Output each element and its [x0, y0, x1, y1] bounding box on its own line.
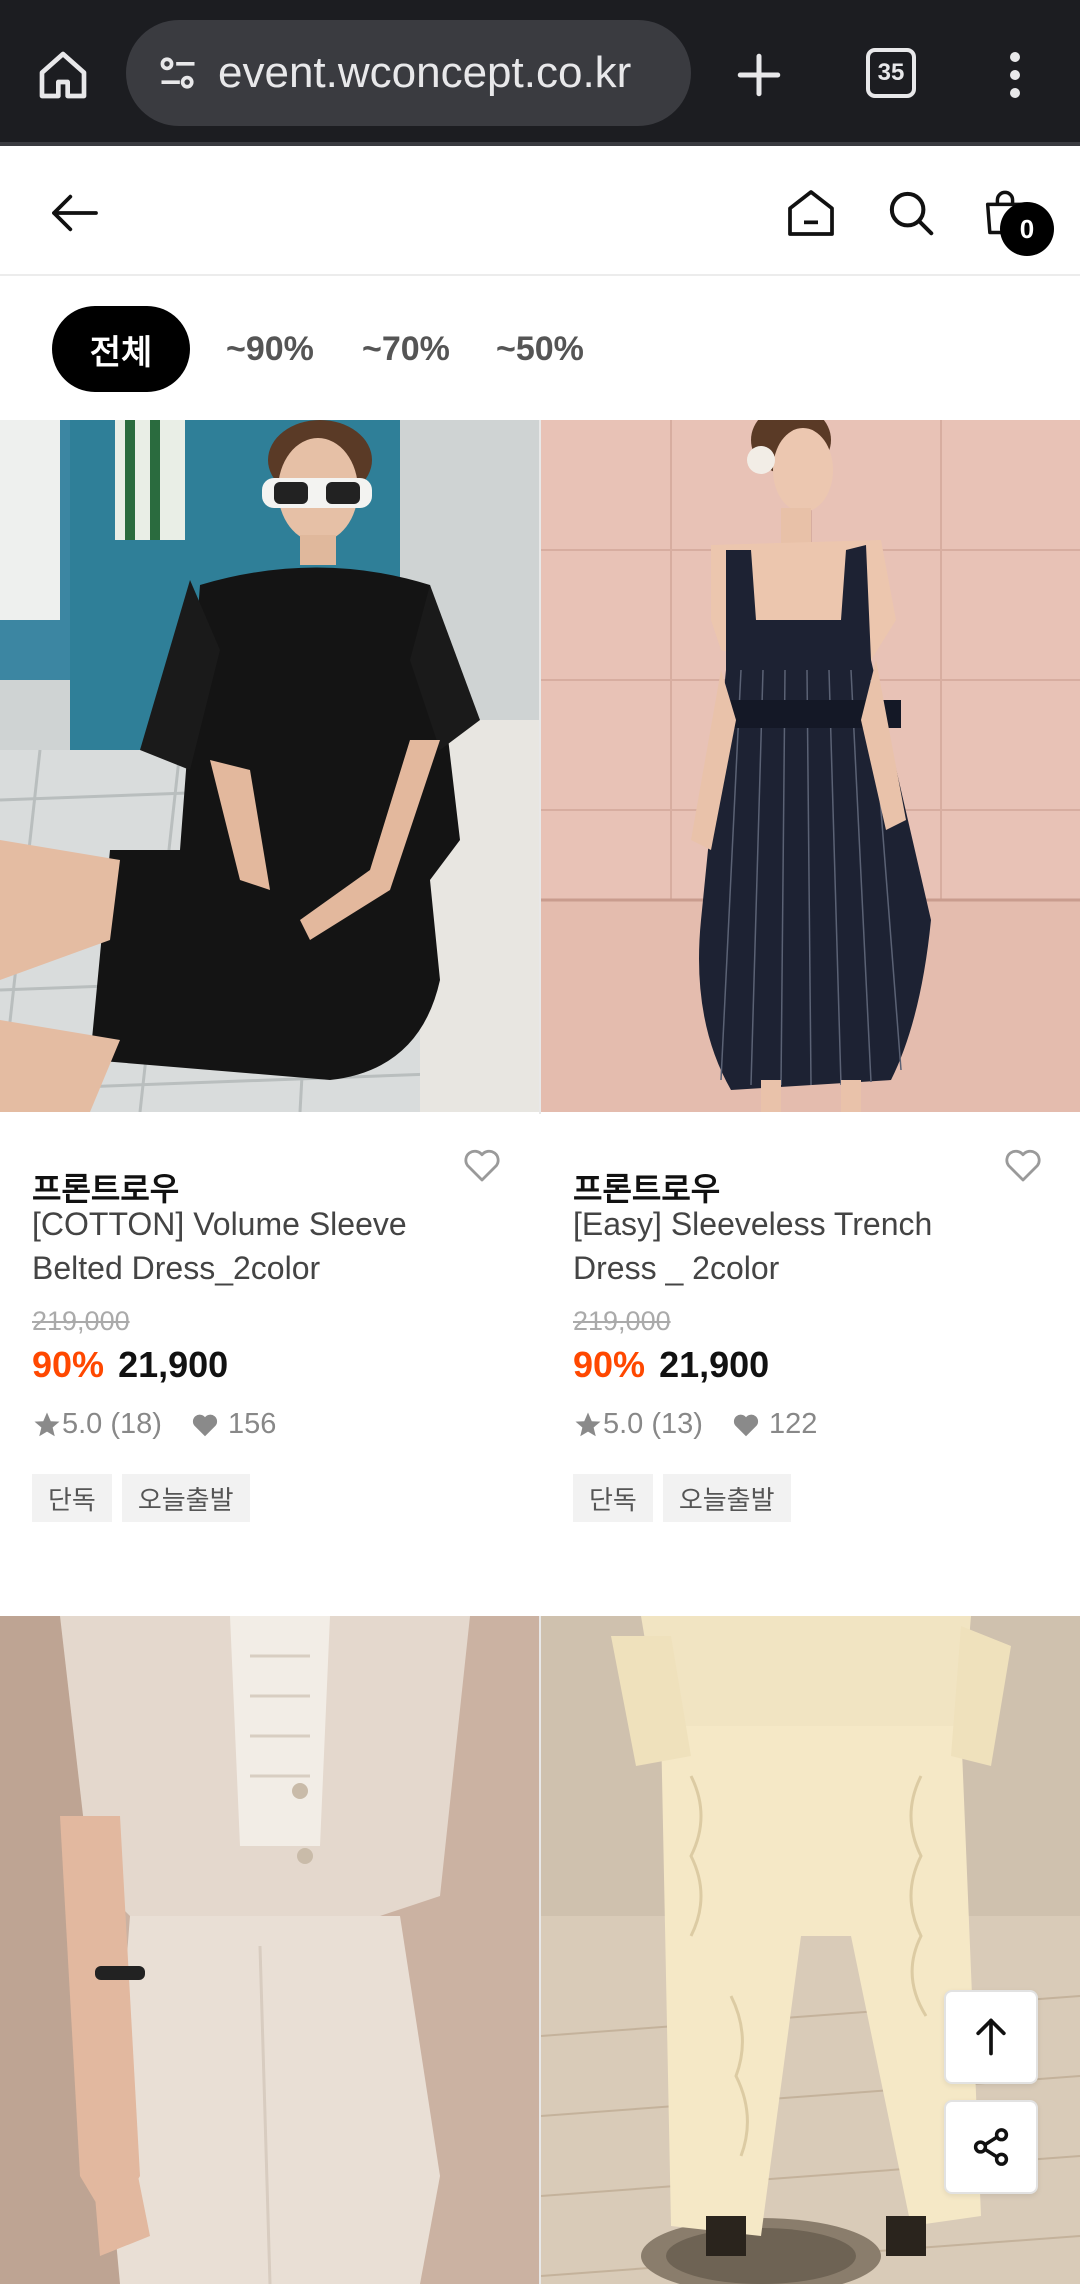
- tab-count: 35: [877, 59, 905, 86]
- home-outline-icon: [788, 190, 834, 236]
- arrow-up-icon: [976, 2018, 1006, 2056]
- star-icon: [34, 1412, 60, 1436]
- rating-row: 5.0 (18) 156: [32, 1408, 276, 1441]
- heart-filled-icon: [192, 1414, 218, 1436]
- tag-ships-today: 오늘출발: [121, 1474, 250, 1522]
- discount-rate: 90%: [573, 1344, 646, 1385]
- share-icon: [973, 2128, 1009, 2166]
- filter-chip-all[interactable]: 전체: [52, 306, 190, 392]
- filter-chip-70[interactable]: ~70%: [362, 306, 450, 392]
- product-image[interactable]: [0, 420, 539, 1112]
- plus-icon: [737, 53, 781, 97]
- product-tags: 단독 오늘출발: [32, 1474, 250, 1522]
- new-tab-button[interactable]: [722, 38, 796, 112]
- product-image[interactable]: [0, 1616, 539, 2284]
- like-count: 156: [228, 1408, 277, 1440]
- product-name[interactable]: [COTTON] Volume Sleeve Belted Dress_2col…: [32, 1202, 472, 1290]
- price-row: 90% 21,900: [32, 1344, 228, 1386]
- product-tags: 단독 오늘출발: [573, 1474, 791, 1522]
- product-image[interactable]: [541, 420, 1080, 1112]
- address-bar[interactable]: event.wconcept.co.kr: [126, 20, 691, 126]
- app-header: 0: [0, 150, 1080, 276]
- wishlist-button[interactable]: [458, 1142, 506, 1190]
- product-name-line: Dress _ 2color: [573, 1250, 780, 1286]
- site-settings-icon[interactable]: [148, 43, 208, 103]
- filter-chip-90[interactable]: ~90%: [226, 306, 314, 392]
- review-count: (18): [110, 1408, 162, 1440]
- product-name-line: [COTTON] Volume Sleeve: [32, 1206, 407, 1242]
- heart-outline-icon: [464, 1149, 500, 1182]
- share-button[interactable]: [944, 2100, 1038, 2194]
- cart-count-badge: 0: [1000, 202, 1054, 256]
- rating-row: 5.0 (13) 122: [573, 1408, 817, 1441]
- product-name-line: Belted Dress_2color: [32, 1250, 321, 1286]
- home-button[interactable]: [776, 178, 846, 248]
- sale-price: 21,900: [659, 1344, 770, 1385]
- browser-home-button[interactable]: [28, 40, 98, 110]
- heart-filled-icon: [733, 1414, 759, 1436]
- product-name-line: [Easy] Sleeveless Trench: [573, 1206, 933, 1242]
- like-count: 122: [769, 1408, 818, 1440]
- discount-filter-bar: 전체 ~90% ~70% ~50%: [0, 278, 1080, 420]
- tag-exclusive: 단독: [573, 1474, 653, 1522]
- original-price: 219,000: [573, 1306, 671, 1336]
- search-icon: [889, 191, 934, 236]
- wishlist-button[interactable]: [999, 1142, 1047, 1190]
- heart-outline-icon: [1005, 1149, 1041, 1182]
- home-icon: [39, 51, 87, 99]
- original-price: 219,000: [32, 1306, 130, 1336]
- column-divider: [539, 1616, 541, 2284]
- product-name[interactable]: [Easy] Sleeveless Trench Dress _ 2color: [573, 1202, 1013, 1290]
- tab-switcher-icon[interactable]: 35: [866, 48, 916, 98]
- tag-exclusive: 단독: [32, 1474, 112, 1522]
- browser-toolbar: event.wconcept.co.kr 35: [0, 0, 1080, 146]
- tag-ships-today: 오늘출발: [662, 1474, 791, 1522]
- scroll-to-top-button[interactable]: [944, 1990, 1038, 2084]
- star-icon: [575, 1412, 601, 1436]
- price-row: 90% 21,900: [573, 1344, 769, 1386]
- product-card[interactable]: 프론트로우 [COTTON] Volume Sleeve Belted Dres…: [0, 420, 539, 1616]
- review-count: (13): [651, 1408, 703, 1440]
- rating-value: 5.0: [62, 1408, 103, 1440]
- sale-price: 21,900: [118, 1344, 229, 1385]
- kebab-menu-icon: [1010, 52, 1020, 98]
- back-arrow-icon: [52, 194, 98, 232]
- browser-menu-button[interactable]: [990, 40, 1040, 110]
- search-button[interactable]: [876, 178, 946, 248]
- rating-value: 5.0: [603, 1408, 644, 1440]
- filter-chip-50[interactable]: ~50%: [496, 306, 584, 392]
- url-text: event.wconcept.co.kr: [218, 48, 632, 97]
- back-button[interactable]: [40, 178, 110, 248]
- product-card[interactable]: 프론트로우 [Easy] Sleeveless Trench Dress _ 2…: [541, 420, 1080, 1616]
- discount-rate: 90%: [32, 1344, 105, 1385]
